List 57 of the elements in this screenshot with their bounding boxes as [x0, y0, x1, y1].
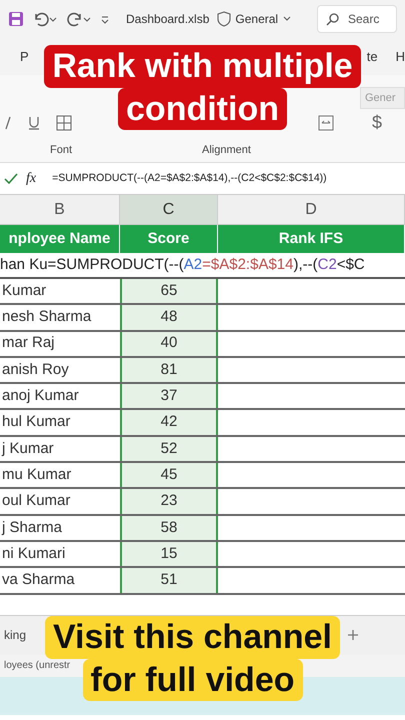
search-icon	[326, 12, 340, 26]
formula-field[interactable]: =SUMPRODUCT(--(A2=$A$2:$A$14),--(C2<$C$2:$C$14))	[52, 170, 327, 186]
table-cell-text: anish Roy	[1, 360, 70, 380]
table-cell: 23	[120, 489, 218, 514]
status-text: loyees (unrestr	[4, 659, 70, 674]
search-field[interactable]: Searc	[317, 5, 397, 33]
table-cell: 42	[120, 410, 218, 435]
table-cell: 65	[120, 279, 218, 304]
table-cell: Score	[120, 225, 218, 253]
table-cell-text: ni Kumari	[1, 544, 66, 564]
sheet-tab[interactable]: king	[0, 626, 30, 644]
table-cell: nployee Name	[0, 225, 120, 253]
table-cell-text: oul Kumar	[1, 491, 72, 512]
insert-function-button[interactable]: fx	[26, 168, 36, 189]
table-cell: 51	[120, 568, 218, 593]
table-cell-text: anoj Kumar	[1, 386, 80, 406]
table-cell-text: mar Raj	[1, 333, 56, 354]
currency-format-button[interactable]: $	[372, 109, 382, 136]
caption-text: for full video	[82, 658, 302, 701]
ribbon-tab[interactable]: P	[20, 46, 29, 66]
ribbon-tab[interactable]: H	[396, 46, 405, 66]
table-cell: Rank IFS	[218, 225, 405, 253]
group-label: Alignment	[202, 142, 251, 158]
merge-icon[interactable]	[318, 114, 334, 130]
check-icon[interactable]	[4, 172, 18, 184]
file-name: Dashboard.xlsb	[126, 11, 210, 28]
table-cell-text: mu Kumar	[1, 464, 72, 485]
caption-text: Visit this channel	[44, 616, 340, 658]
table-cell-text: j Sharma	[0, 518, 64, 538]
table-cell: 81	[120, 358, 218, 382]
table-cell: 37	[120, 384, 218, 408]
table-cell-text: Kumar	[1, 280, 48, 301]
table-cell: 15	[120, 542, 218, 566]
table-cell: 58	[120, 516, 218, 540]
group-label: Font	[50, 142, 72, 158]
shield-icon	[217, 11, 232, 27]
table-cell: 48	[120, 305, 218, 330]
italic-icon[interactable]	[4, 116, 12, 130]
table-cell-text: va Sharma	[1, 570, 76, 590]
table-cell-text: j Kumar	[0, 438, 55, 459]
table-cell-text: hul Kumar	[1, 412, 72, 432]
table-cell-text: nesh Sharma	[1, 307, 92, 328]
caption-text: condition	[118, 88, 287, 130]
save-icon[interactable]	[8, 11, 24, 27]
column-header[interactable]: C	[120, 195, 218, 224]
table-cell: 52	[120, 436, 218, 462]
column-header[interactable]: D	[218, 195, 405, 224]
customize-icon[interactable]	[100, 14, 110, 24]
underline-icon[interactable]	[28, 116, 40, 130]
ribbon-tab[interactable]: te	[366, 46, 378, 66]
sensitivity-dropdown[interactable]: General	[217, 10, 292, 28]
caption-text: Rank with multiple	[44, 45, 361, 88]
table-cell: 40	[120, 332, 218, 356]
add-sheet-icon[interactable]	[347, 629, 359, 642]
redo-icon[interactable]	[66, 11, 92, 27]
borders-icon[interactable]	[56, 114, 72, 130]
table-cell: 45	[120, 463, 218, 488]
